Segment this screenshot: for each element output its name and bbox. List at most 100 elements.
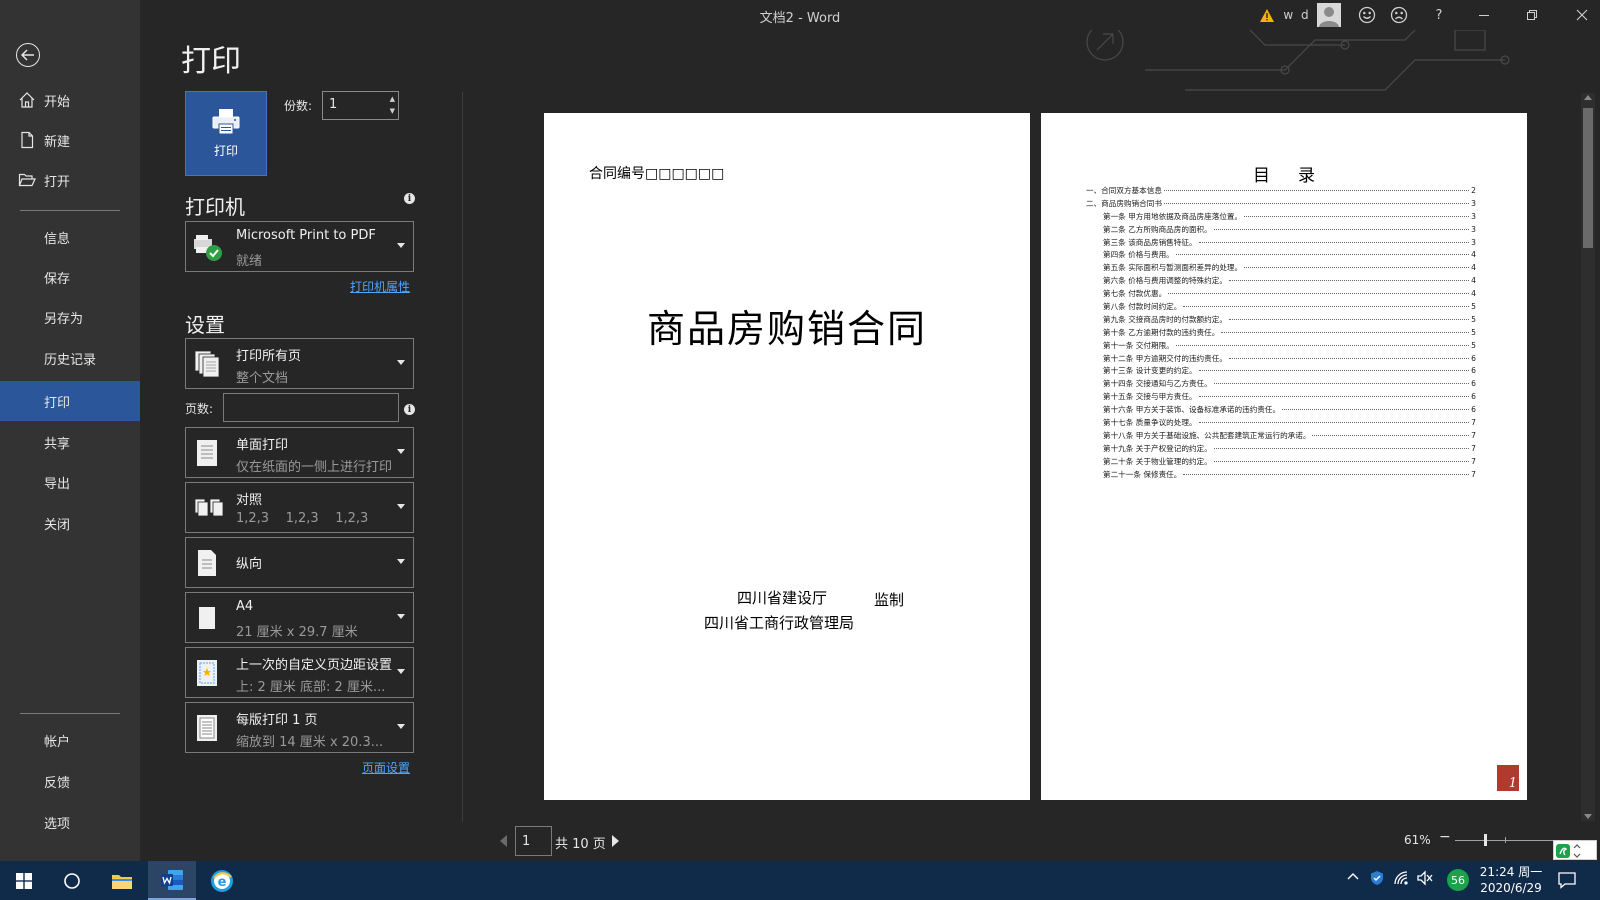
toc-entry-text: 第三条 该商品房销售特征。 <box>1103 237 1197 247</box>
toc-entry: 第七条 付款优惠。 4 <box>1086 288 1476 301</box>
print-range-dropdown[interactable]: 打印所有页 整个文档 <box>185 338 414 389</box>
file-explorer-icon[interactable] <box>98 861 146 900</box>
toc-entry: 第二十一条 保修责任。 7 <box>1086 469 1476 482</box>
nav-item-print[interactable]: 打印 <box>0 381 140 421</box>
nav-label-new: 新建 <box>44 134 71 150</box>
toc-entry-text: 第十一条 交付期限。 <box>1103 340 1174 350</box>
printer-dropdown[interactable]: Microsoft Print to PDF 就绪 <box>185 221 414 272</box>
nav-item-home[interactable]: 开始 <box>0 80 140 120</box>
clock-time: 21:24 周一 <box>1479 865 1543 879</box>
info-icon[interactable]: i <box>404 404 415 415</box>
windows-start-icon[interactable] <box>0 861 48 900</box>
browser-icon[interactable]: e <box>198 861 246 900</box>
pages-per-sheet-dropdown[interactable]: 每版打印 1 页 缩放到 14 厘米 x 20.3... <box>185 702 414 753</box>
zoom-slider-thumb[interactable] <box>1484 834 1487 846</box>
close-button[interactable] <box>1568 4 1596 26</box>
toc-entry-text: 第十八条 甲方关于基础设施、公共配套建筑正常运行的承诺。 <box>1103 430 1311 440</box>
scroll-up-icon[interactable] <box>1584 95 1592 100</box>
toc-title: 目录 <box>1253 166 1343 186</box>
security-shield-icon[interactable] <box>1369 870 1385 889</box>
toc-entry-page: 6 <box>1471 366 1476 376</box>
printer-properties-link[interactable]: 打印机属性 <box>350 278 410 295</box>
page-setup-link[interactable]: 页面设置 <box>362 759 410 776</box>
toc-leader-dots <box>1228 280 1470 282</box>
copies-stepper[interactable]: ▲ ▼ <box>322 91 399 120</box>
taskbar-clock[interactable]: 21:24 周一 2020/6/29 <box>1476 864 1546 896</box>
help-icon[interactable]: ? <box>1428 4 1450 26</box>
toc-entry-text: 第六条 价格与费用调整的特殊约定。 <box>1103 276 1227 286</box>
toc-list: 一、合同双方基本信息 2 二、商品房购销合同书 3 第一条 甲方用地依据及商品房座落位置… <box>1086 185 1476 481</box>
print-button[interactable]: 打印 <box>185 91 267 176</box>
notification-icon[interactable] <box>1557 870 1579 890</box>
toc-entry: 第十七条 质量争议的处理。 7 <box>1086 417 1476 430</box>
info-icon[interactable]: i <box>404 193 415 204</box>
nav-item-close[interactable]: 关闭 <box>0 503 140 543</box>
volume-muted-icon[interactable] <box>1416 870 1434 889</box>
tray-chevron-up-icon[interactable] <box>1346 870 1360 887</box>
prev-page-button[interactable] <box>500 835 507 847</box>
toc-entry-page: 6 <box>1471 353 1476 363</box>
current-page-input[interactable] <box>515 826 552 856</box>
nav-item-saveas[interactable]: 另存为 <box>0 297 140 337</box>
toc-entry-page: 3 <box>1471 198 1476 208</box>
new-doc-icon <box>21 131 34 149</box>
frown-feedback-icon[interactable] <box>1388 4 1410 26</box>
warning-icon[interactable] <box>1258 4 1276 26</box>
restore-button[interactable] <box>1518 4 1546 26</box>
nav-item-options[interactable]: 选项 <box>0 802 140 842</box>
minimize-button[interactable] <box>1470 4 1498 26</box>
spin-down-icon[interactable]: ▼ <box>390 107 395 115</box>
toc-entry: 第十三条 设计变更的约定。 6 <box>1086 365 1476 378</box>
copies-input[interactable] <box>329 97 379 112</box>
zoom-level[interactable]: 61% <box>1404 833 1431 847</box>
scroll-down-icon[interactable] <box>1584 814 1592 819</box>
toc-entry-page: 3 <box>1471 211 1476 221</box>
printer-heading: 打印机 <box>185 195 245 219</box>
nav-label-export: 导出 <box>44 476 71 492</box>
avatar[interactable] <box>1317 3 1341 27</box>
chevron-down-icon <box>397 504 405 509</box>
ime-toolbar-icon[interactable] <box>1553 840 1597 860</box>
user-name[interactable]: w d <box>1282 4 1312 26</box>
toc-leader-dots <box>1183 306 1470 308</box>
wifi-icon[interactable] <box>1393 870 1409 889</box>
chevron-down-icon <box>397 724 405 729</box>
paper-size-value: A4 <box>236 599 254 614</box>
toc-entry-text: 第十七条 质量争议的处理。 <box>1103 418 1197 428</box>
folder-open-icon <box>18 173 36 187</box>
smile-feedback-icon[interactable] <box>1356 4 1378 26</box>
toc-entry-text: 第十六条 甲方关于装饰、设备标准承诺的违约责任。 <box>1103 405 1281 415</box>
next-page-button[interactable] <box>612 835 619 847</box>
spin-up-icon[interactable]: ▲ <box>390 95 395 103</box>
tray-badge[interactable]: 56 <box>1447 869 1469 891</box>
search-icon[interactable] <box>48 861 96 900</box>
toc-entry-page: 4 <box>1471 250 1476 260</box>
toc-leader-dots <box>1282 409 1470 411</box>
nav-item-open[interactable]: 打开 <box>0 160 140 200</box>
nav-item-feedback[interactable]: 反馈 <box>0 761 140 801</box>
nav-item-save[interactable]: 保存 <box>0 257 140 297</box>
nav-item-info[interactable]: 信息 <box>0 217 140 257</box>
zoom-out-button[interactable]: − <box>1439 829 1451 845</box>
nav-item-export[interactable]: 导出 <box>0 462 140 502</box>
collate-dropdown[interactable]: 对照 1,2,3 1,2,3 1,2,3 <box>185 482 414 533</box>
toc-entry-page: 5 <box>1471 302 1476 312</box>
back-arrow-icon[interactable] <box>16 43 40 67</box>
word-taskbar-icon[interactable] <box>148 861 196 900</box>
margins-dropdown[interactable]: 上一次的自定义页边距设置 上: 2 厘米 底部: 2 厘米... <box>185 647 414 698</box>
orientation-dropdown[interactable]: 纵向 <box>185 537 414 588</box>
nav-item-share[interactable]: 共享 <box>0 422 140 462</box>
scroll-thumb[interactable] <box>1583 108 1593 248</box>
preview-scrollbar[interactable] <box>1581 93 1595 821</box>
nav-item-history[interactable]: 历史记录 <box>0 338 140 378</box>
printer-ready-icon <box>194 235 222 261</box>
zoom-slider[interactable] <box>1455 840 1557 841</box>
sides-dropdown[interactable]: 单面打印 仅在纸面的一侧上进行打印 <box>185 427 414 478</box>
nav-item-account[interactable]: 帐户 <box>0 720 140 760</box>
paper-size-dropdown[interactable]: A4 21 厘米 x 29.7 厘米 <box>185 592 414 643</box>
toc-entry: 第十一条 交付期限。 5 <box>1086 340 1476 353</box>
margins-desc: 上: 2 厘米 底部: 2 厘米... <box>236 680 386 695</box>
nav-item-new[interactable]: 新建 <box>0 120 140 160</box>
pages-input[interactable] <box>223 393 399 422</box>
toc-entry-text: 第十五条 交接与甲方责任。 <box>1103 392 1197 402</box>
